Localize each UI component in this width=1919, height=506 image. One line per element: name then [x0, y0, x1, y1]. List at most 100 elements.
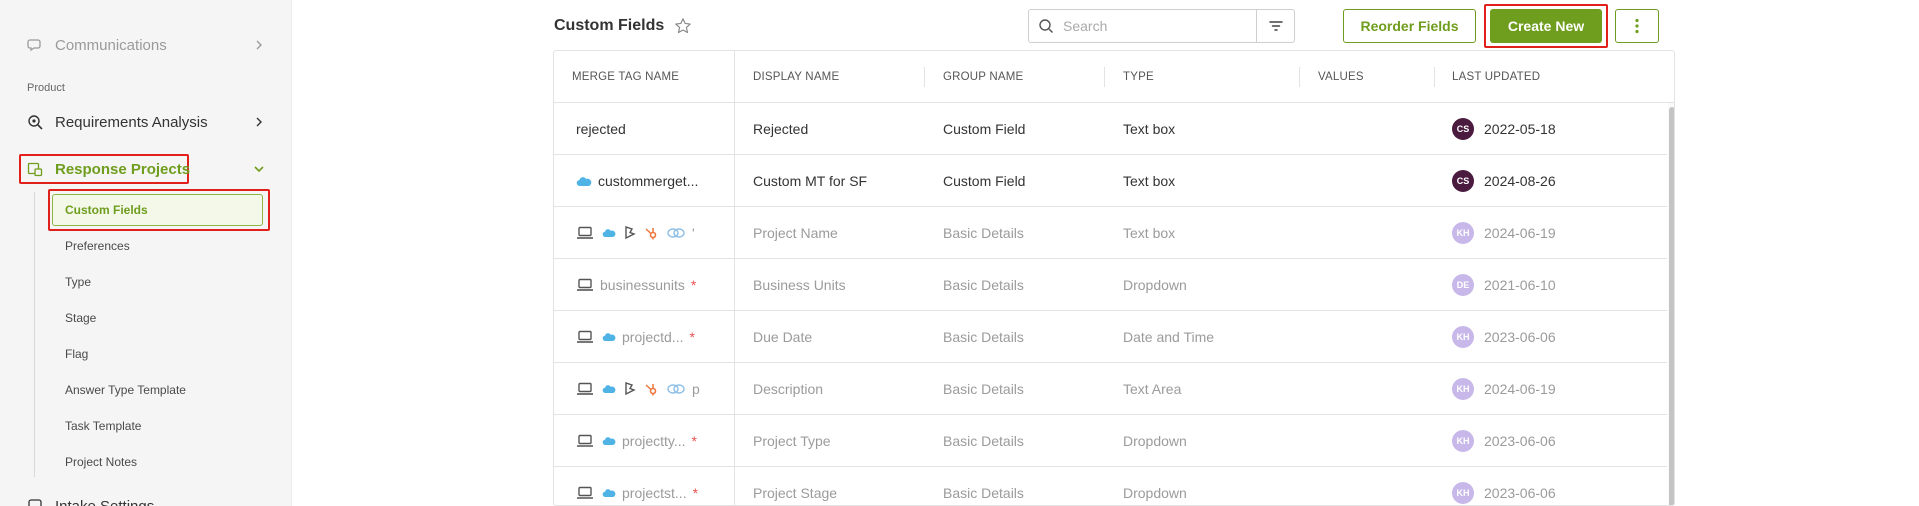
avatar: DE — [1452, 274, 1474, 296]
hubspot-icon — [645, 228, 657, 240]
salesforce-icon — [602, 229, 616, 237]
table-scrollbar[interactable] — [1668, 103, 1674, 505]
column-header-group-name[interactable]: GROUP NAME — [943, 51, 1023, 103]
table-row[interactable]: businessunits * Business Units Basic Det… — [554, 259, 1667, 311]
app-window: Communications Product Requirements Anal… — [0, 0, 1919, 506]
sidebar-item-label: Intake Settings — [55, 497, 155, 506]
hubspot-icon — [645, 384, 657, 396]
cell-display-name: Description — [753, 381, 824, 397]
date-text: 2024-06-19 — [1484, 225, 1556, 241]
column-header-merge-tag-name[interactable]: MERGE TAG NAME — [572, 51, 679, 103]
sidebar-subitem-project-notes[interactable]: Project Notes — [65, 455, 137, 469]
cell-merge-tag: projectty... * — [576, 415, 734, 467]
salesforce-icon — [602, 333, 616, 341]
filter-icon[interactable] — [1256, 10, 1294, 42]
link-icon — [667, 384, 685, 394]
page-title-text: Custom Fields — [554, 17, 665, 34]
search-icon — [1029, 18, 1063, 34]
cell-type: Text box — [1123, 225, 1176, 241]
table-row[interactable]: projectty... * Project Type Basic Detail… — [554, 415, 1667, 467]
column-header-last-updated[interactable]: LAST UPDATED — [1452, 51, 1540, 103]
table-header: MERGE TAG NAME DISPLAY NAME GROUP NAME T… — [554, 51, 1674, 103]
cell-merge-tag: p — [576, 363, 734, 415]
sidebar-item-communications[interactable]: Communications — [26, 32, 266, 58]
star-icon[interactable] — [674, 17, 692, 35]
integration-icons — [576, 278, 594, 292]
integration-icons — [576, 382, 686, 396]
search-box — [1028, 9, 1295, 43]
table-row[interactable]: ' Project Name Basic Details Text box KH… — [554, 207, 1667, 259]
cell-display-name: Project Type — [753, 433, 831, 449]
table-row[interactable]: projectst... * Project Stage Basic Detai… — [554, 467, 1667, 505]
tree-line — [34, 192, 35, 477]
cell-merge-tag: businessunits * — [576, 259, 734, 311]
cell-last-updated: KH 2023-06-06 — [1452, 311, 1652, 363]
column-separator — [1434, 67, 1435, 87]
column-separator — [1299, 67, 1300, 87]
search-input[interactable] — [1063, 11, 1256, 41]
laptop-icon — [577, 486, 593, 499]
merge-tag-text: rejected — [576, 121, 626, 137]
sidebar-subitem-preferences[interactable]: Preferences — [65, 239, 130, 253]
cell-merge-tag: projectst... * — [576, 467, 734, 505]
column-header-display-name[interactable]: DISPLAY NAME — [753, 51, 839, 103]
reorder-fields-button[interactable]: Reorder Fields — [1343, 9, 1476, 43]
required-marker: * — [691, 433, 697, 449]
integration-icons — [576, 226, 686, 240]
cell-last-updated: DE 2021-06-10 — [1452, 259, 1652, 311]
cell-merge-tag: ' — [576, 207, 734, 259]
chevron-down-icon — [252, 162, 266, 176]
cell-group-name: Custom Field — [943, 173, 1026, 189]
merge-tag-text: projectty... — [622, 433, 686, 449]
cell-group-name: Basic Details — [943, 225, 1024, 241]
scrollbar-thumb[interactable] — [1669, 107, 1674, 505]
cell-last-updated: CS 2022-05-18 — [1452, 103, 1652, 155]
table-row[interactable]: custommerget... Custom MT for SF Custom … — [554, 155, 1667, 207]
cell-last-updated: KH 2024-06-19 — [1452, 207, 1652, 259]
cell-last-updated: KH 2023-06-06 — [1452, 415, 1652, 467]
sidebar-subitem-type[interactable]: Type — [65, 275, 91, 289]
cell-type: Dropdown — [1123, 485, 1187, 501]
cell-group-name: Basic Details — [943, 277, 1024, 293]
cell-last-updated: CS 2024-08-26 — [1452, 155, 1652, 207]
chevron-right-icon — [252, 115, 266, 129]
sidebar-item-intake-settings[interactable]: Intake Settings — [26, 493, 266, 506]
sidebar-subitem-custom-fields[interactable]: Custom Fields — [65, 203, 148, 217]
sidebar-subitem-task-template[interactable]: Task Template — [65, 419, 141, 433]
cell-group-name: Basic Details — [943, 381, 1024, 397]
create-new-button[interactable]: Create New — [1490, 9, 1602, 43]
column-header-values[interactable]: VALUES — [1318, 51, 1364, 103]
laptop-icon — [577, 330, 593, 343]
avatar: KH — [1452, 430, 1474, 452]
integration-icons — [576, 486, 616, 500]
sidebar-item-response-projects[interactable]: Response Projects — [26, 156, 266, 182]
link-icon — [667, 228, 685, 238]
more-options-button[interactable] — [1615, 9, 1659, 43]
sidebar-item-requirements-analysis[interactable]: Requirements Analysis — [26, 109, 266, 135]
laptop-icon — [577, 226, 593, 239]
merge-tag-text: ' — [692, 225, 695, 241]
integration-icons — [576, 434, 616, 448]
sidebar-item-label: Communications — [55, 36, 167, 54]
kebab-menu-icon — [1635, 18, 1639, 34]
dynamics-icon — [625, 226, 636, 240]
cell-group-name: Basic Details — [943, 485, 1024, 501]
date-text: 2024-06-19 — [1484, 381, 1556, 397]
avatar: CS — [1452, 170, 1474, 192]
merge-tag-text: projectst... — [622, 485, 687, 501]
sidebar-subitem-stage[interactable]: Stage — [65, 311, 96, 325]
page-title: Custom Fields — [554, 17, 692, 35]
date-text: 2023-06-06 — [1484, 433, 1556, 449]
table-row[interactable]: p Description Basic Details Text Area KH… — [554, 363, 1667, 415]
sidebar-subitem-flag[interactable]: Flag — [65, 347, 88, 361]
laptop-icon — [577, 278, 593, 291]
integration-icons — [576, 176, 592, 187]
table-row[interactable]: projectd... * Due Date Basic Details Dat… — [554, 311, 1667, 363]
avatar: CS — [1452, 118, 1474, 140]
cell-merge-tag: rejected — [576, 103, 734, 155]
date-text: 2024-08-26 — [1484, 173, 1556, 189]
column-header-type[interactable]: TYPE — [1123, 51, 1154, 103]
sidebar-subitem-answer-type-template[interactable]: Answer Type Template — [65, 383, 186, 397]
custom-fields-table: MERGE TAG NAME DISPLAY NAME GROUP NAME T… — [553, 50, 1675, 506]
table-row[interactable]: rejected Rejected Custom Field Text box … — [554, 103, 1667, 155]
